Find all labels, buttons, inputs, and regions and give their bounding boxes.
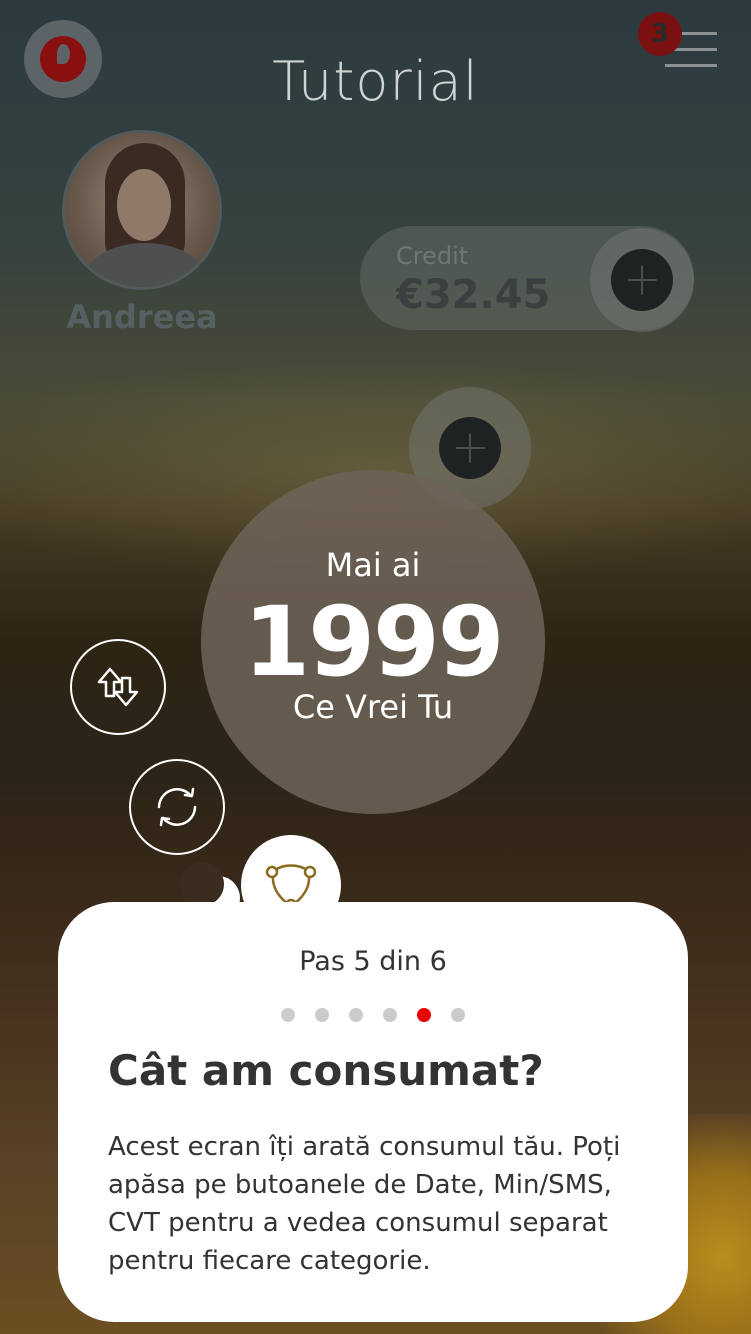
- refresh-button[interactable]: [129, 759, 225, 855]
- step-dot[interactable]: [383, 1008, 397, 1022]
- arrows-up-down-icon: [97, 667, 139, 707]
- remaining-value: 1999: [243, 586, 504, 698]
- credit-label: Credit: [396, 242, 469, 270]
- step-dot[interactable]: [417, 1008, 431, 1022]
- avatar-face: [117, 169, 171, 241]
- credit-value: €32.45: [396, 272, 551, 318]
- step-dot[interactable]: [281, 1008, 295, 1022]
- avatar[interactable]: [62, 130, 222, 290]
- tutorial-screen: Tutorial 3 Andreea Credit €32.45 Mai ai …: [0, 0, 751, 1334]
- remaining-prefix: Mai ai: [325, 546, 421, 584]
- transfer-button[interactable]: [70, 639, 166, 735]
- step-indicator: Pas 5 din 6: [299, 946, 447, 977]
- avatar-body: [85, 243, 205, 287]
- profile-name: Andreea: [66, 298, 218, 336]
- tutorial-body: Acest ecran îți arată consumul tău. Poți…: [108, 1132, 621, 1276]
- menu-line: [665, 64, 717, 67]
- refresh-icon: [157, 787, 197, 827]
- step-dots: [58, 1008, 688, 1022]
- tutorial-heading: Cât am consumat?: [108, 1046, 544, 1095]
- remaining-suffix: Ce Vrei Tu: [292, 688, 454, 726]
- tutorial-card: Pas 5 din 6 Cât am consumat? Acest ecran…: [58, 902, 688, 1322]
- notification-badge[interactable]: 3: [638, 12, 682, 56]
- plus-icon: [439, 417, 501, 479]
- step-dot[interactable]: [451, 1008, 465, 1022]
- plus-icon: [611, 249, 673, 311]
- speech-bubble-cutout: [180, 862, 224, 906]
- step-dot[interactable]: [349, 1008, 363, 1022]
- add-credit-button[interactable]: [590, 228, 694, 332]
- step-dot[interactable]: [315, 1008, 329, 1022]
- page-title: Tutorial: [272, 50, 479, 113]
